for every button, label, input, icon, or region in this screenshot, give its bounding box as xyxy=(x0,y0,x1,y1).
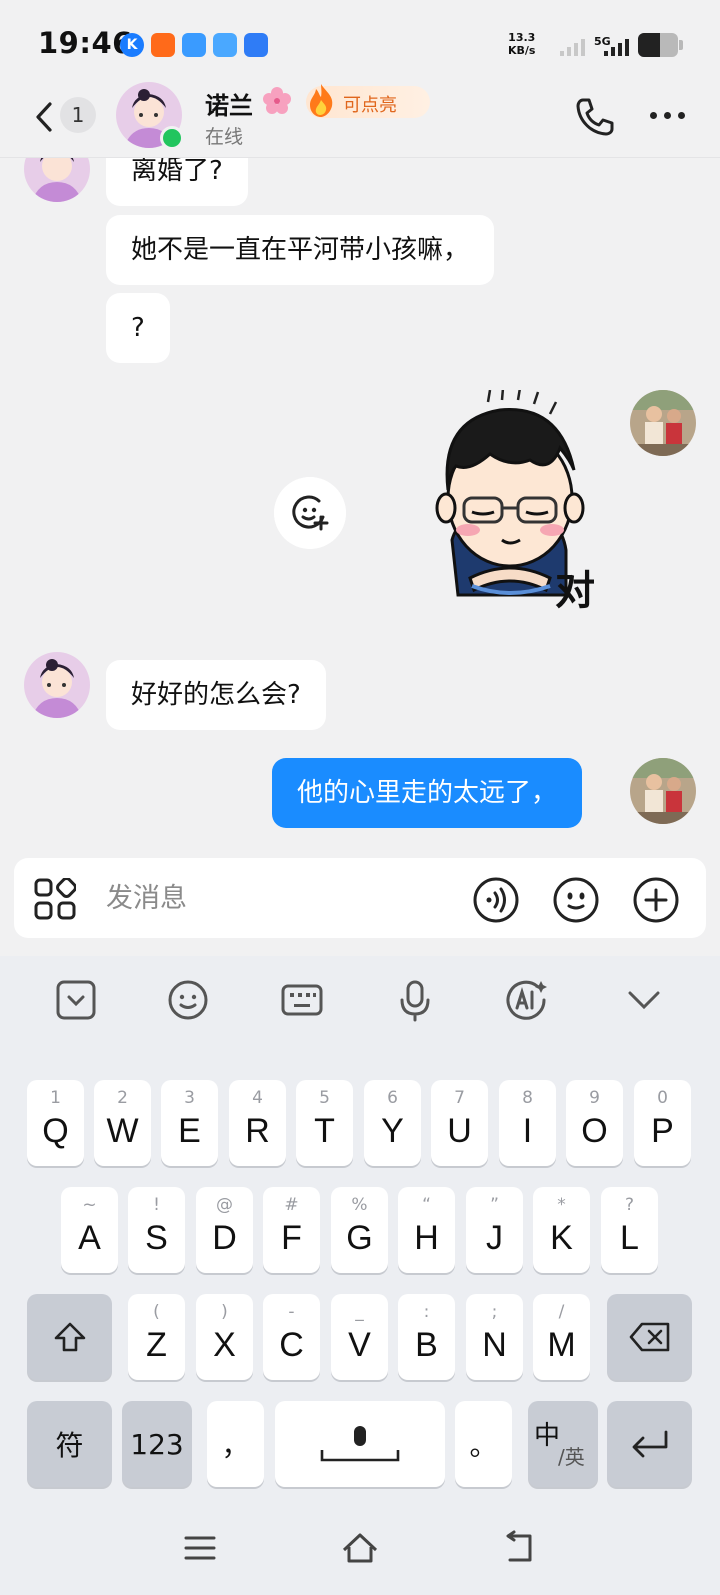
microphone-icon[interactable] xyxy=(393,978,437,1022)
apps-grid-icon[interactable] xyxy=(34,878,76,920)
battery-cap xyxy=(679,40,683,50)
cloud-notification-icon xyxy=(182,33,206,57)
phone-call-icon[interactable] xyxy=(574,96,616,138)
app-notification-icon xyxy=(244,33,268,57)
keyboard-layout-icon[interactable] xyxy=(280,978,324,1022)
voice-message-icon[interactable] xyxy=(472,876,520,924)
key-v[interactable]: _ V xyxy=(331,1294,388,1380)
signal-icon xyxy=(604,38,629,56)
add-attachment-icon[interactable] xyxy=(632,876,680,924)
key-u[interactable]: 7U xyxy=(431,1080,488,1166)
shift-arrow-icon xyxy=(54,1322,85,1352)
contact-status: 在线 xyxy=(205,126,244,148)
flame-icon xyxy=(310,84,333,117)
key-o[interactable]: 9O xyxy=(566,1080,623,1166)
notification-icons: K xyxy=(120,33,268,57)
key-q[interactable]: 1Q xyxy=(27,1080,84,1166)
online-indicator xyxy=(160,126,184,150)
key-e[interactable]: 3E xyxy=(161,1080,218,1166)
network-speed: 13.3 KB/s xyxy=(508,31,536,57)
spark-label: 可点亮 xyxy=(343,95,397,116)
back-nav-icon[interactable] xyxy=(500,1528,540,1568)
key-c[interactable]: -C xyxy=(263,1294,320,1380)
message-list[interactable]: 离婚了? 她不是一直在平河带小孩嘛， ? 对 好好的怎么会? 他的心里走的太远了… xyxy=(0,158,720,848)
key-w[interactable]: 2W xyxy=(94,1080,151,1166)
app-notification-icon xyxy=(151,33,175,57)
enter-key[interactable] xyxy=(607,1401,692,1487)
emoji-icon[interactable] xyxy=(552,876,600,924)
key-y[interactable]: 6Y xyxy=(364,1080,421,1166)
contact-message-avatar[interactable] xyxy=(24,158,90,202)
app-notification-icon xyxy=(213,33,237,57)
key-n[interactable]: ; N xyxy=(466,1294,523,1380)
key-a[interactable]: ~ A xyxy=(61,1187,118,1273)
status-bar: 19:46 K 13.3 KB/s 5G xyxy=(0,0,720,88)
message-bubble-received[interactable]: 离婚了? xyxy=(106,158,248,206)
contact-name[interactable]: 诺兰 xyxy=(205,86,253,121)
signal-icon-secondary xyxy=(560,38,585,56)
status-time: 19:46 xyxy=(38,26,133,60)
key-k[interactable]: * K xyxy=(533,1187,590,1273)
space-key[interactable] xyxy=(275,1401,445,1487)
ai-assistant-icon[interactable] xyxy=(505,978,549,1022)
key-i[interactable]: 8I xyxy=(499,1080,556,1166)
system-navigation-bar xyxy=(0,1500,720,1595)
shift-key[interactable] xyxy=(27,1294,112,1380)
key-l[interactable]: ? L xyxy=(601,1187,658,1273)
key-p[interactable]: 0P xyxy=(634,1080,691,1166)
comma-key[interactable]: ， xyxy=(207,1401,264,1487)
hide-keyboard-chevron-icon[interactable] xyxy=(622,978,666,1022)
key-g[interactable]: % G xyxy=(331,1187,388,1273)
key-z[interactable]: (Z xyxy=(128,1294,185,1380)
key-b[interactable]: :B xyxy=(398,1294,455,1380)
return-arrow-icon xyxy=(632,1430,667,1458)
cherry-blossom-icon xyxy=(263,87,291,114)
sticker-caption: 对 xyxy=(555,568,595,614)
chat-header: 1 诺兰 在线 可点亮 xyxy=(0,76,720,158)
period-key[interactable]: 。 xyxy=(455,1401,512,1487)
symbols-key[interactable]: 符 xyxy=(27,1401,112,1487)
key-f[interactable]: # F xyxy=(263,1187,320,1273)
add-reaction-button[interactable] xyxy=(274,477,346,549)
key-d[interactable]: @ D xyxy=(196,1187,253,1273)
message-input-bar xyxy=(14,858,706,938)
unread-count-badge[interactable]: 1 xyxy=(60,97,96,133)
back-chevron-icon[interactable] xyxy=(30,98,60,136)
backspace-key[interactable] xyxy=(607,1294,692,1380)
clipboard-collapse-icon[interactable] xyxy=(54,978,98,1022)
home-nav-icon[interactable] xyxy=(340,1528,380,1568)
keyboard-emoji-icon[interactable] xyxy=(166,978,210,1022)
key-s[interactable]: ! S xyxy=(128,1187,185,1273)
my-message-avatar[interactable] xyxy=(630,758,696,824)
key-h[interactable]: “H xyxy=(398,1187,455,1273)
key-x[interactable]: ) X xyxy=(196,1294,253,1380)
key-j[interactable]: ” J xyxy=(466,1187,523,1273)
message-input[interactable] xyxy=(106,876,436,920)
space-voice-icon xyxy=(320,1426,400,1462)
message-bubble-sent[interactable]: 他的心里走的太远了， xyxy=(272,758,583,828)
message-bubble-received[interactable]: 她不是一直在平河带小孩嘛， xyxy=(106,215,495,285)
backspace-icon xyxy=(629,1322,669,1352)
numbers-key[interactable]: 123 xyxy=(122,1401,192,1487)
key-m[interactable]: / M xyxy=(533,1294,590,1380)
contact-message-avatar[interactable] xyxy=(24,652,90,718)
more-options-icon[interactable] xyxy=(650,112,685,119)
app-notification-icon: K xyxy=(120,33,144,57)
language-switch-key[interactable]: 中 /英 xyxy=(528,1401,598,1487)
key-r[interactable]: 4R xyxy=(229,1080,286,1166)
key-t[interactable]: 5T xyxy=(296,1080,353,1166)
message-bubble-received[interactable]: ? xyxy=(106,293,170,363)
my-message-avatar[interactable] xyxy=(630,390,696,456)
message-bubble-received[interactable]: 好好的怎么会? xyxy=(106,660,326,730)
keyboard-toolbar xyxy=(0,956,720,1036)
menu-nav-icon[interactable] xyxy=(180,1528,220,1568)
battery-icon xyxy=(638,33,678,57)
